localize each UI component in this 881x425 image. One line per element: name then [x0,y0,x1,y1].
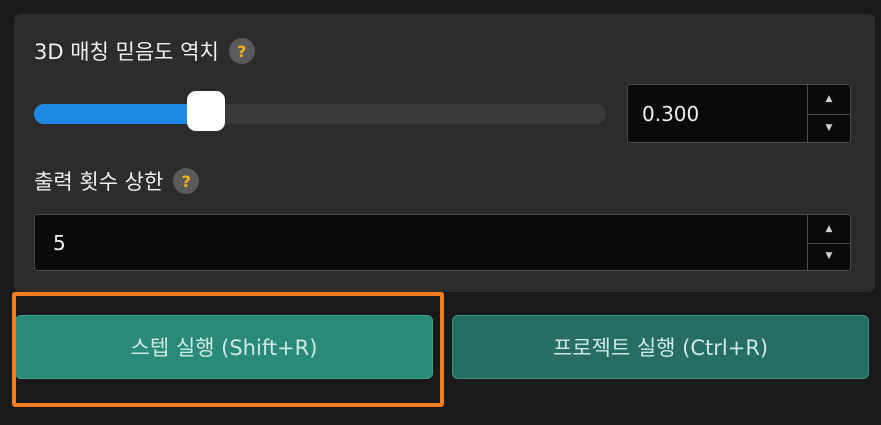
slider-fill [34,104,206,124]
threshold-slider[interactable] [34,91,606,131]
decrement-icon[interactable]: ▼ [808,114,850,143]
slider-handle[interactable] [186,91,225,131]
threshold-spin-arrows: ▲ ▼ [807,85,850,142]
threshold-label: 3D 매칭 믿음도 역치 [34,40,219,64]
threshold-value[interactable]: 0.300 [642,85,699,142]
help-icon[interactable]: ? [173,168,200,194]
threshold-label-row: 3D 매칭 믿음도 역치 ? [34,36,255,66]
output-limit-spinbox[interactable]: 5 ▲ ▼ [34,214,851,271]
help-icon[interactable]: ? [228,38,255,64]
step-run-button[interactable]: 스텝 실행 (Shift+R) [15,315,433,379]
output-limit-label: 출력 횟수 상한 [34,170,164,194]
output-limit-value[interactable]: 5 [53,215,66,270]
output-limit-spin-arrows: ▲ ▼ [807,215,850,270]
decrement-icon[interactable]: ▼ [808,243,850,271]
increment-icon[interactable]: ▲ [808,85,850,115]
increment-icon[interactable]: ▲ [808,215,850,244]
project-run-button[interactable]: 프로젝트 실행 (Ctrl+R) [452,315,869,379]
output-limit-label-row: 출력 횟수 상한 ? [34,166,200,196]
threshold-spinbox[interactable]: 0.300 ▲ ▼ [627,84,851,143]
